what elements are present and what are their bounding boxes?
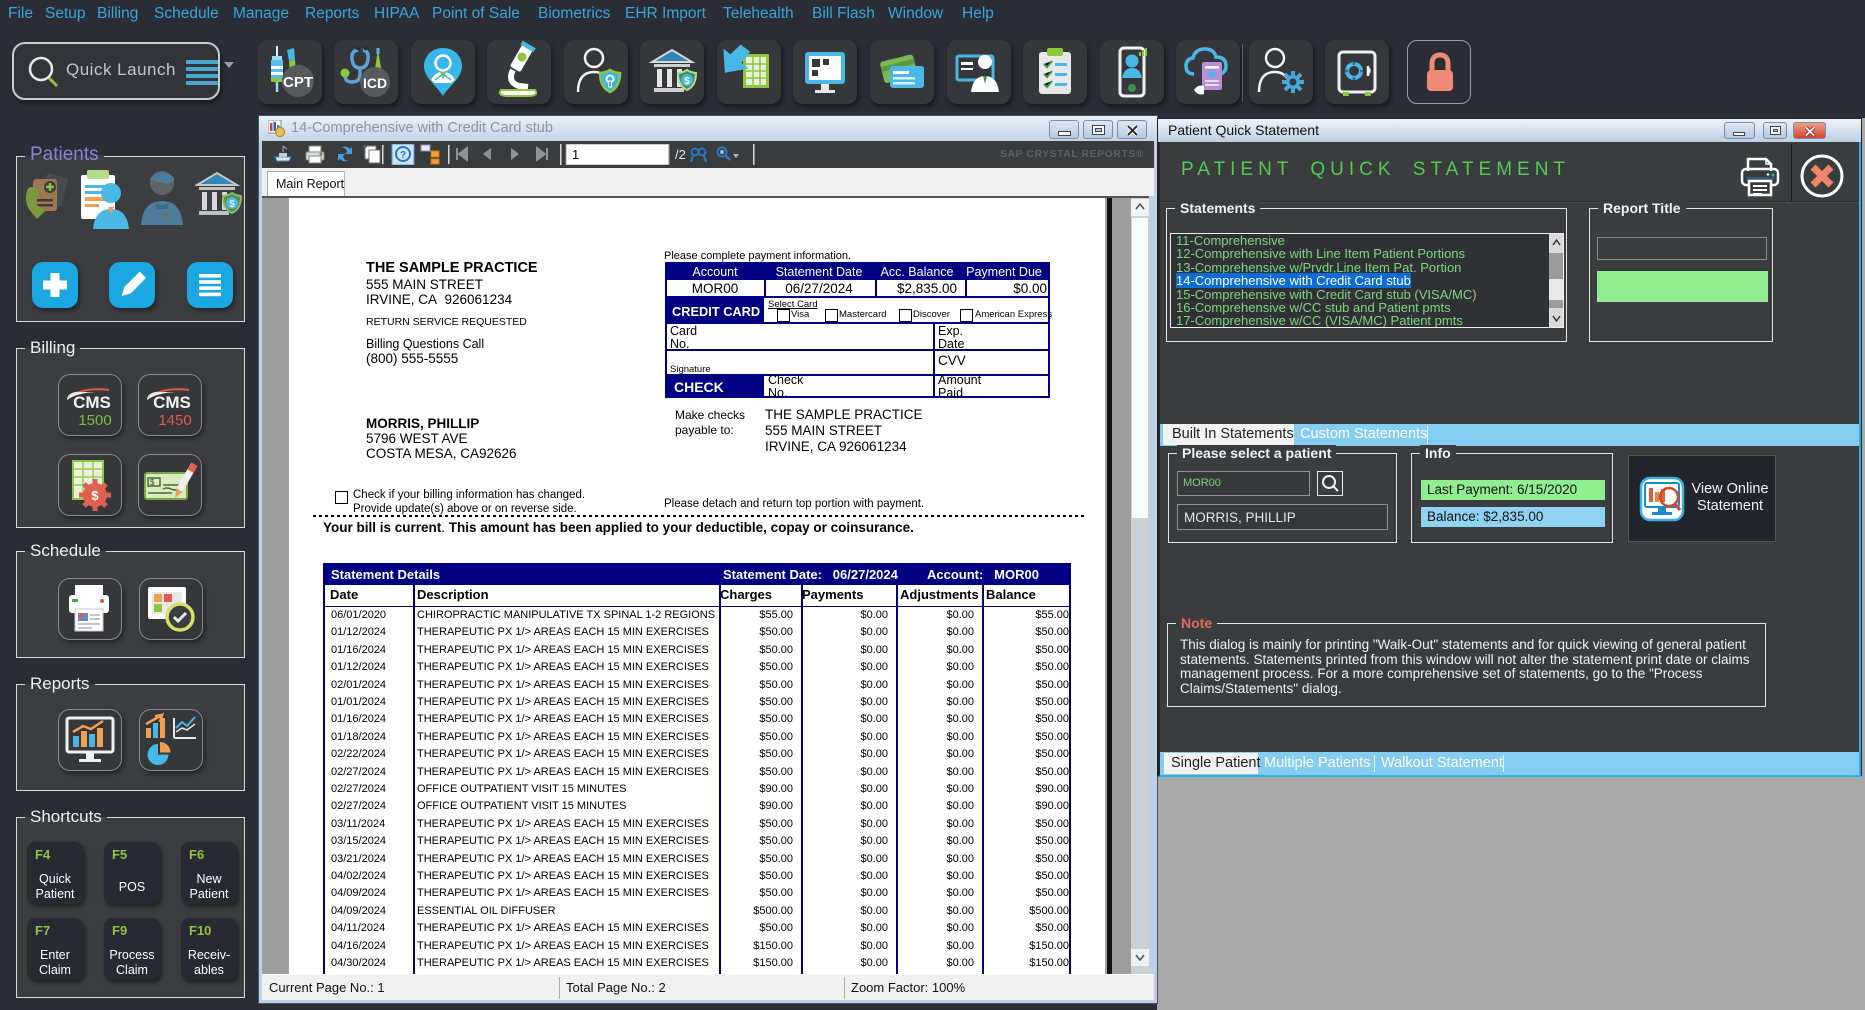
svg-text:CMS: CMS bbox=[153, 393, 191, 412]
svg-text:$: $ bbox=[229, 199, 235, 210]
svg-text:CMS: CMS bbox=[73, 393, 111, 412]
svg-text:?: ? bbox=[400, 150, 406, 161]
svg-text:$: $ bbox=[150, 478, 155, 487]
svg-text:1: 1 bbox=[572, 147, 579, 162]
svg-text:/2: /2 bbox=[675, 147, 686, 162]
svg-text:CPT: CPT bbox=[283, 74, 313, 91]
svg-text:1500: 1500 bbox=[78, 412, 111, 429]
svg-text:$: $ bbox=[684, 76, 690, 87]
svg-text:ICD: ICD bbox=[363, 75, 387, 91]
svg-text:$: $ bbox=[91, 488, 99, 503]
svg-text:1450: 1450 bbox=[158, 412, 191, 429]
